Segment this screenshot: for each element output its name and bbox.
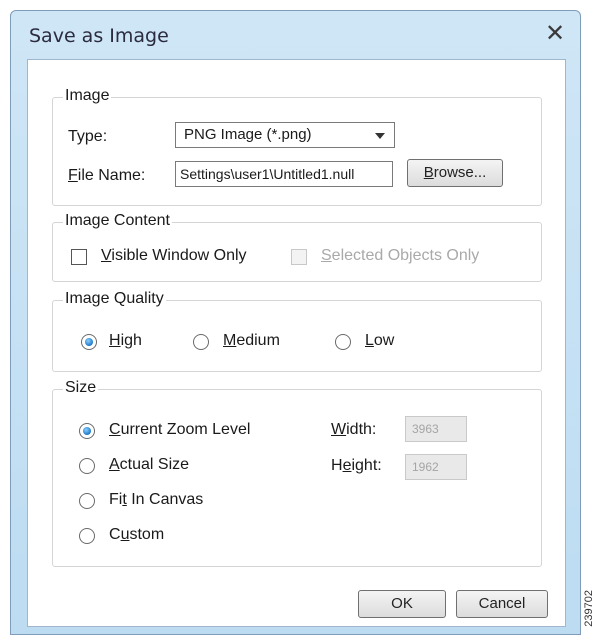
- filename-field[interactable]: Settings\user1\Untitled1.null: [175, 161, 393, 187]
- filename-value: Settings\user1\Untitled1.null: [180, 166, 355, 182]
- image-group-legend: Image: [63, 87, 112, 105]
- size-legend: Size: [63, 379, 99, 397]
- dialog-body: Image Type: PNG Image (*.png) File Name:…: [27, 59, 566, 627]
- height-label: Height:: [331, 457, 382, 474]
- size-current-zoom-label[interactable]: Current Zoom Level: [109, 421, 250, 439]
- save-as-image-dialog: Save as Image ✕ Image Type: PNG Image (*…: [10, 10, 581, 635]
- size-fit-label[interactable]: Fit In Canvas: [109, 491, 203, 509]
- cancel-button[interactable]: Cancel: [456, 590, 548, 618]
- chevron-down-icon: [375, 133, 385, 139]
- image-content-group: Image Content Visible Window Only Select…: [52, 212, 542, 282]
- figure-id: 239702: [583, 590, 595, 627]
- image-content-legend: Image Content: [63, 212, 172, 230]
- image-quality-legend: Image Quality: [63, 290, 166, 308]
- close-icon[interactable]: ✕: [542, 21, 568, 47]
- type-label: Type:: [68, 128, 108, 145]
- size-current-zoom-radio[interactable]: [79, 423, 95, 439]
- filename-label: File Name:: [68, 167, 146, 184]
- height-field[interactable]: 1962: [405, 454, 467, 480]
- quality-medium-label[interactable]: Medium: [223, 332, 280, 350]
- visible-window-only-label[interactable]: Visible Window Only: [101, 247, 247, 265]
- quality-low-label[interactable]: Low: [365, 332, 394, 350]
- quality-high-label[interactable]: High: [109, 332, 142, 350]
- quality-high-radio[interactable]: [81, 334, 97, 350]
- visible-window-only-checkbox[interactable]: [71, 249, 87, 265]
- size-custom-radio[interactable]: [79, 528, 95, 544]
- browse-button[interactable]: Browse...: [407, 159, 503, 187]
- size-fit-radio[interactable]: [79, 493, 95, 509]
- quality-low-radio[interactable]: [335, 334, 351, 350]
- selected-objects-only-checkbox[interactable]: [291, 249, 307, 265]
- width-label: Width:: [331, 421, 377, 438]
- ok-button[interactable]: OK: [358, 590, 446, 618]
- quality-medium-radio[interactable]: [193, 334, 209, 350]
- size-actual-label[interactable]: Actual Size: [109, 456, 189, 474]
- width-field[interactable]: 3963: [405, 416, 467, 442]
- type-dropdown[interactable]: PNG Image (*.png): [175, 122, 395, 148]
- image-group: Image Type: PNG Image (*.png) File Name:…: [52, 87, 542, 206]
- size-custom-label[interactable]: Custom: [109, 526, 164, 544]
- image-quality-group: Image Quality High Medium Low: [52, 290, 542, 372]
- size-actual-radio[interactable]: [79, 458, 95, 474]
- selected-objects-only-label[interactable]: Selected Objects Only: [321, 247, 479, 265]
- title-bar: Save as Image ✕: [11, 11, 580, 59]
- type-dropdown-value: PNG Image (*.png): [184, 126, 312, 143]
- size-group: Size Current Zoom Level Actual Size Fit …: [52, 379, 542, 567]
- dialog-title: Save as Image: [29, 25, 169, 47]
